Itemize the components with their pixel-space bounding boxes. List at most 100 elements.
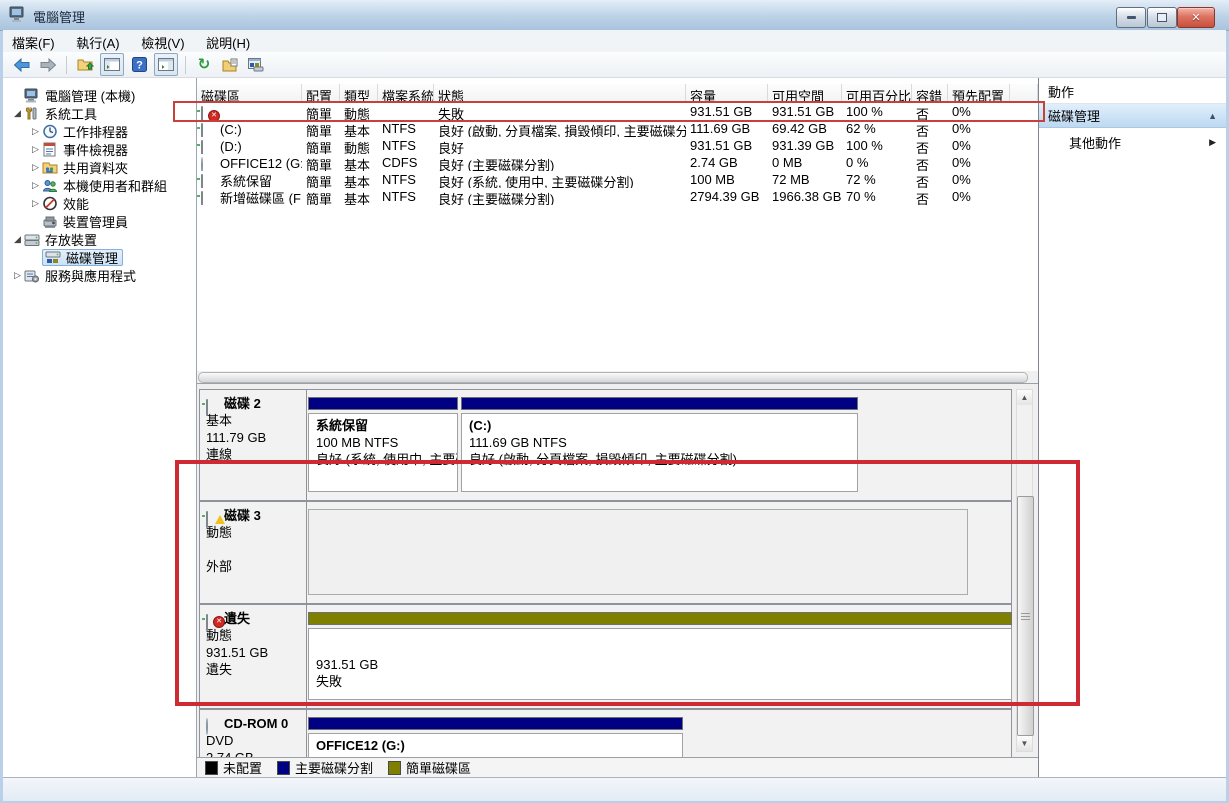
table-cell[interactable]: 111.69 GB: [686, 120, 768, 137]
disk2-label[interactable]: 磁碟 2 基本 111.79 GB 連線: [200, 390, 307, 500]
table-cell[interactable]: 100 MB: [686, 171, 768, 188]
column-header-volume[interactable]: 磁碟區: [197, 84, 302, 103]
table-cell[interactable]: 否: [912, 137, 948, 154]
collapsed-arrow-icon[interactable]: ▷: [29, 198, 42, 209]
table-cell[interactable]: 簡單: [302, 154, 340, 171]
menu-help[interactable]: 說明(H): [197, 30, 259, 52]
disk-row-disk2[interactable]: 磁碟 2 基本 111.79 GB 連線 系統保留 100 MB NTFS 良好…: [199, 389, 1012, 501]
table-cell[interactable]: 基本: [340, 120, 378, 137]
partition-office12[interactable]: OFFICE12 (G:) 2.74 GB CDFS: [308, 717, 683, 758]
tree-item-computer-management-root[interactable]: 電腦管理 (本機): [3, 86, 196, 104]
disk-management-tool-button[interactable]: [245, 54, 267, 75]
table-cell[interactable]: 良好 (主要磁碟分割): [434, 188, 686, 205]
table-cell[interactable]: NTFS: [378, 137, 434, 154]
partition-c-drive[interactable]: (C:) 111.69 GB NTFS 良好 (啟動, 分頁檔案, 損毀傾印, …: [461, 397, 858, 492]
table-cell[interactable]: 931.51 GB: [768, 103, 842, 120]
scroll-up-arrow-icon[interactable]: ▲: [1017, 390, 1032, 405]
scroll-down-arrow-icon[interactable]: ▼: [1017, 736, 1032, 751]
column-header-fault-tolerance[interactable]: 容錯: [912, 84, 948, 103]
table-cell[interactable]: 1966.38 GB: [768, 188, 842, 205]
table-cell[interactable]: 0 %: [842, 154, 912, 171]
up-one-level-button[interactable]: [74, 54, 96, 75]
expanded-arrow-icon[interactable]: ◢: [11, 234, 24, 245]
tree-item-system-tools[interactable]: ◢ 系統工具: [3, 104, 196, 122]
table-cell[interactable]: 否: [912, 188, 948, 205]
table-cell[interactable]: 簡單: [302, 171, 340, 188]
column-header-status[interactable]: 狀態: [434, 84, 686, 103]
partition-system-reserved[interactable]: 系統保留 100 MB NTFS 良好 (系統, 使用中, 主要磁: [308, 397, 458, 492]
table-cell[interactable]: 931.51 GB: [686, 103, 768, 120]
collapsed-arrow-icon[interactable]: ▷: [29, 180, 42, 191]
table-cell[interactable]: 0%: [948, 154, 1010, 171]
disk-row-disk3[interactable]: 磁碟 3 動態 外部: [199, 501, 1012, 604]
back-button[interactable]: [11, 54, 33, 75]
table-cell[interactable]: 簡單: [302, 103, 340, 120]
tree-item-event-viewer[interactable]: ▷ 事件檢視器: [3, 140, 196, 158]
table-cell[interactable]: 簡單: [302, 137, 340, 154]
table-cell[interactable]: 否: [912, 120, 948, 137]
table-cell[interactable]: 931.51 GB: [686, 137, 768, 154]
collapse-arrow-icon[interactable]: ▲: [1208, 111, 1217, 121]
tree-item-device-manager[interactable]: 裝置管理員: [3, 212, 196, 230]
cdrom0-label[interactable]: CD-ROM 0 DVD 2.74 GB: [200, 710, 307, 758]
table-cell[interactable]: [378, 103, 434, 120]
table-cell[interactable]: 62 %: [842, 120, 912, 137]
column-header-filesystem[interactable]: 檔案系統: [378, 84, 434, 103]
show-console-tree-button[interactable]: [100, 53, 124, 76]
horizontal-scrollbar[interactable]: [197, 371, 1038, 383]
tree-item-local-users-groups[interactable]: ▷ 本機使用者和群組: [3, 176, 196, 194]
table-cell[interactable]: 931.39 GB: [768, 137, 842, 154]
table-cell[interactable]: 70 %: [842, 188, 912, 205]
table-cell[interactable]: 0%: [948, 120, 1010, 137]
table-cell[interactable]: 72 %: [842, 171, 912, 188]
table-cell[interactable]: 100 %: [842, 137, 912, 154]
vertical-scrollbar[interactable]: ▲ ▼: [1016, 389, 1034, 752]
table-row-volume-cell[interactable]: OFFICE12 (G:): [197, 154, 302, 171]
table-cell[interactable]: 69.42 GB: [768, 120, 842, 137]
disk3-label[interactable]: 磁碟 3 動態 外部: [200, 502, 307, 603]
tree-item-storage[interactable]: ◢ 存放裝置: [3, 230, 196, 248]
refresh-button[interactable]: ↻: [193, 54, 215, 75]
table-cell[interactable]: 失敗: [434, 103, 686, 120]
table-cell[interactable]: NTFS: [378, 120, 434, 137]
collapsed-arrow-icon[interactable]: ▷: [11, 270, 24, 281]
table-cell[interactable]: 0 MB: [768, 154, 842, 171]
tree-item-services-applications[interactable]: ▷ 服務與應用程式: [3, 266, 196, 284]
more-actions-item[interactable]: 其他動作 ▶: [1039, 128, 1226, 156]
table-cell[interactable]: 100 %: [842, 103, 912, 120]
collapsed-arrow-icon[interactable]: ▷: [29, 144, 42, 155]
horizontal-scrollbar-thumb[interactable]: [198, 372, 1028, 383]
table-cell[interactable]: 動態: [340, 103, 378, 120]
close-button[interactable]: ✕: [1177, 7, 1215, 28]
column-header-overhead[interactable]: 預先配置: [948, 84, 1010, 103]
tree-item-task-scheduler[interactable]: ▷ 工作排程器: [3, 122, 196, 140]
table-row-volume-cell[interactable]: (D:): [197, 137, 302, 154]
menu-view[interactable]: 檢視(V): [132, 30, 193, 52]
forward-button[interactable]: [37, 54, 59, 75]
table-cell[interactable]: 0%: [948, 103, 1010, 120]
table-cell[interactable]: 否: [912, 154, 948, 171]
properties-button[interactable]: [219, 54, 241, 75]
table-cell[interactable]: NTFS: [378, 171, 434, 188]
table-cell[interactable]: 良好 (主要磁碟分割): [434, 154, 686, 171]
column-header-layout[interactable]: 配置: [302, 84, 340, 103]
table-cell[interactable]: 否: [912, 103, 948, 120]
table-row-volume-cell[interactable]: (C:): [197, 120, 302, 137]
tree-item-performance[interactable]: ▷ 效能: [3, 194, 196, 212]
expanded-arrow-icon[interactable]: ◢: [11, 108, 24, 119]
column-header-free-space[interactable]: 可用空間: [768, 84, 842, 103]
table-cell[interactable]: 簡單: [302, 188, 340, 205]
collapsed-arrow-icon[interactable]: ▷: [29, 126, 42, 137]
table-cell[interactable]: 0%: [948, 137, 1010, 154]
table-cell[interactable]: 72 MB: [768, 171, 842, 188]
disk-row-cdrom0[interactable]: CD-ROM 0 DVD 2.74 GB OFFICE12 (G:) 2.74 …: [199, 709, 1012, 758]
actions-section-disk-management[interactable]: 磁碟管理 ▲: [1039, 104, 1226, 128]
missing-disk-label[interactable]: ✕ 遺失 動態 931.51 GB 遺失: [200, 605, 307, 708]
table-cell[interactable]: 2794.39 GB: [686, 188, 768, 205]
column-header-percent-free[interactable]: 可用百分比: [842, 84, 912, 103]
disk3-empty-region[interactable]: [308, 509, 968, 595]
maximize-button[interactable]: [1147, 7, 1177, 28]
menu-file[interactable]: 檔案(F): [3, 30, 64, 52]
table-cell[interactable]: 基本: [340, 171, 378, 188]
table-cell[interactable]: 基本: [340, 188, 378, 205]
